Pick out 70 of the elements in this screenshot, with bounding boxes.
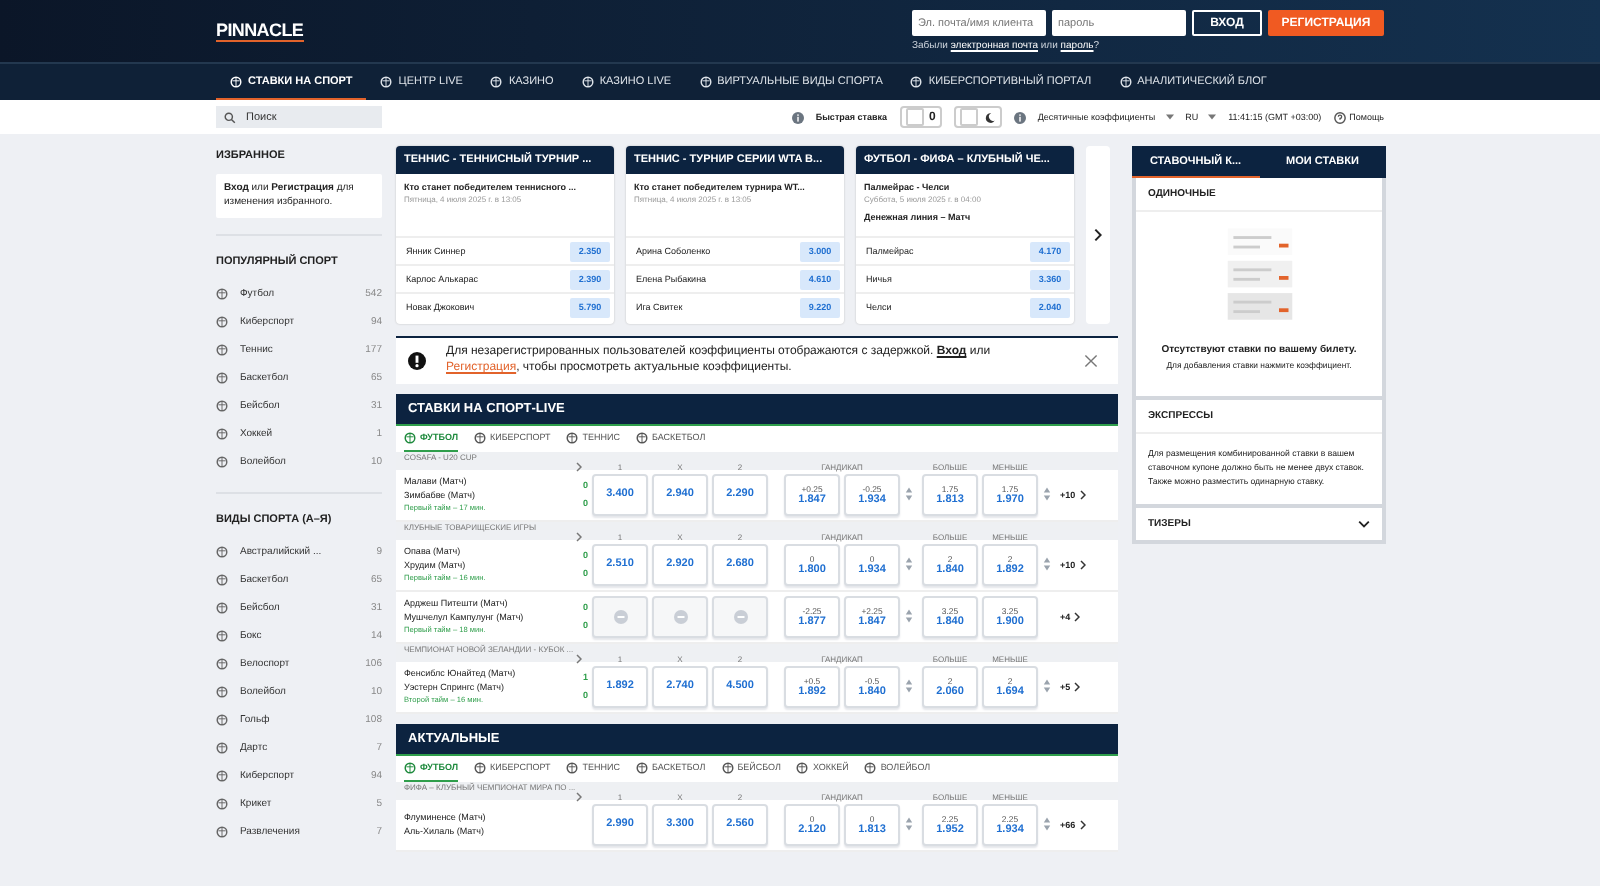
warning-icon: [408, 351, 426, 370]
help-icon: [1333, 111, 1346, 123]
ball-icon: [581, 75, 594, 87]
ball-icon: [404, 761, 416, 774]
ball-icon: [474, 761, 486, 774]
ball-icon: [216, 546, 228, 558]
up-down-arrows-icon[interactable]: [904, 678, 914, 695]
chevron-right-icon: [1079, 819, 1086, 830]
ball-icon: [216, 630, 228, 642]
ball-icon: [230, 75, 242, 87]
ball-icon: [216, 400, 228, 412]
ball-icon: [566, 431, 579, 444]
chevron-right-icon: [1079, 559, 1086, 570]
up-down-arrows-icon[interactable]: [904, 608, 914, 625]
ball-icon: [216, 428, 228, 440]
ball-icon: [216, 770, 228, 782]
theme-toggle[interactable]: [953, 106, 1002, 128]
up-down-arrows-icon[interactable]: [904, 556, 914, 573]
ball-icon: [216, 826, 228, 838]
minus-circle-icon: [733, 609, 747, 624]
info-icon[interactable]: [791, 111, 804, 123]
chevron-right-icon: [1074, 681, 1081, 692]
ball-icon: [216, 686, 228, 698]
ball-icon: [216, 344, 228, 356]
ball-icon: [636, 431, 649, 444]
ball-icon: [864, 761, 877, 774]
up-down-arrows-icon[interactable]: [904, 816, 914, 833]
ball-icon: [699, 75, 712, 87]
ball-icon: [216, 288, 228, 300]
ball-icon: [216, 714, 228, 726]
chevron-right-icon[interactable]: [576, 791, 582, 802]
caret-icon: [1208, 114, 1217, 120]
up-down-arrows-icon[interactable]: [1042, 816, 1052, 833]
ball-icon: [636, 761, 649, 774]
ball-icon: [216, 658, 228, 670]
up-down-arrows-icon[interactable]: [1042, 678, 1052, 695]
chevron-right-icon[interactable]: [576, 531, 582, 542]
moon-icon: [983, 111, 996, 123]
up-down-arrows-icon[interactable]: [904, 486, 914, 503]
chevron-right-icon: [1094, 228, 1102, 242]
ball-icon: [216, 602, 228, 614]
info-icon[interactable]: [1013, 111, 1026, 123]
ball-icon: [380, 75, 393, 87]
chevron-right-icon: [1074, 611, 1081, 622]
ball-icon: [216, 798, 228, 810]
caret-icon: [1165, 114, 1174, 120]
logo[interactable]: PINNACLE: [216, 22, 304, 42]
ball-icon: [216, 316, 228, 328]
ball-icon: [1119, 75, 1132, 87]
chevron-down-icon: [1358, 519, 1370, 528]
minus-circle-icon: [613, 609, 627, 624]
ball-icon: [566, 761, 579, 774]
up-down-arrows-icon[interactable]: [1042, 556, 1052, 573]
ball-icon: [216, 742, 228, 754]
ball-icon: [404, 431, 416, 444]
ball-icon: [216, 456, 228, 468]
ball-icon: [796, 761, 809, 774]
ball-icon: [216, 574, 228, 586]
chevron-right-icon: [1079, 489, 1086, 500]
up-down-arrows-icon[interactable]: [1042, 486, 1052, 503]
ball-icon: [721, 761, 734, 774]
chevron-right-icon[interactable]: [576, 461, 582, 472]
ball-icon: [216, 372, 228, 384]
chevron-right-icon[interactable]: [576, 653, 582, 664]
ball-icon: [490, 75, 503, 87]
search-icon: [224, 111, 236, 123]
ball-icon: [910, 75, 923, 87]
close-icon[interactable]: [1084, 353, 1098, 368]
minus-circle-icon: [673, 609, 687, 624]
ball-icon: [474, 431, 486, 444]
